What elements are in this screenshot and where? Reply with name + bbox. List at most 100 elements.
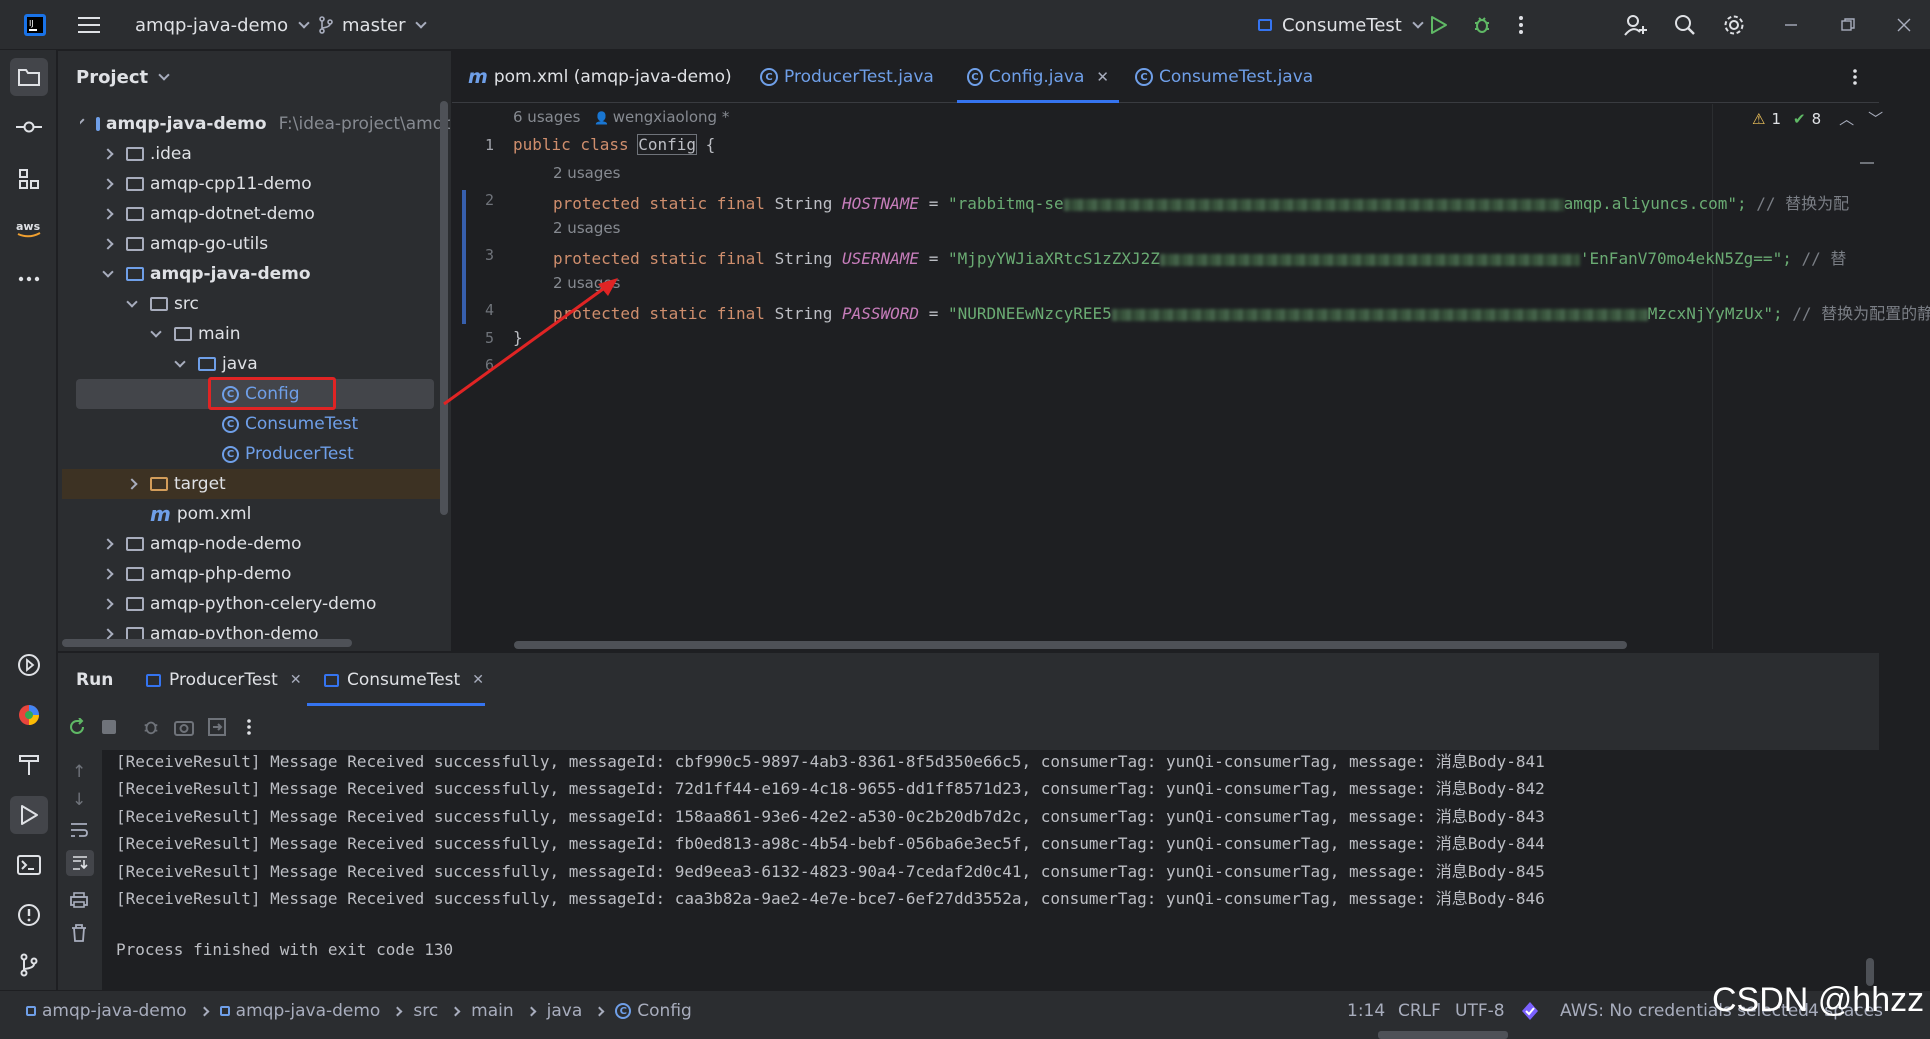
chevron-down-icon: [102, 265, 114, 278]
tree-item-cpp11[interactable]: amqp-cpp11-demo: [102, 169, 312, 199]
code-line-3: protected static final String USERNAME =…: [553, 249, 1847, 268]
chevron-right-icon: [199, 1006, 210, 1016]
folder-icon: [126, 567, 144, 581]
trash-icon[interactable]: [71, 924, 87, 947]
line-separator[interactable]: CRLF: [1398, 991, 1441, 1031]
tree-item-consume-test[interactable]: C ConsumeTest: [222, 409, 358, 439]
breadcrumb-item[interactable]: amqp-java-demo: [42, 1001, 187, 1021]
main-menu-icon[interactable]: [78, 0, 100, 50]
run-config-selector[interactable]: ConsumeTest: [1258, 0, 1424, 50]
run-button[interactable]: [1430, 0, 1448, 50]
usages-hint[interactable]: 2 usages: [553, 219, 620, 237]
breadcrumb-item[interactable]: src: [413, 1001, 438, 1021]
more-actions-icon[interactable]: [246, 718, 252, 741]
git-icon[interactable]: [14, 950, 44, 980]
camera-icon[interactable]: [174, 718, 194, 741]
tree-item-php-demo[interactable]: amqp-php-demo: [102, 559, 291, 589]
project-panel-title[interactable]: Project: [76, 67, 170, 88]
commit-icon[interactable]: [14, 112, 44, 142]
run-tab-consume-test[interactable]: ConsumeTest ✕: [308, 653, 494, 707]
debug-button[interactable]: [1472, 0, 1492, 50]
inspection-widget[interactable]: ⚠ 1 ✔ 8 ︿ ﹀: [1752, 108, 1883, 129]
tree-item-src[interactable]: src: [126, 289, 199, 319]
tree-item-node-demo[interactable]: amqp-node-demo: [102, 529, 301, 559]
breadcrumb-item[interactable]: main: [471, 1001, 513, 1021]
more-actions-icon[interactable]: [1518, 0, 1524, 50]
stop-icon[interactable]: [102, 720, 116, 734]
tree-item-pom[interactable]: m pom.xml: [150, 499, 251, 529]
scroll-to-end-icon[interactable]: [66, 850, 94, 876]
caret-position[interactable]: 1:14: [1347, 991, 1385, 1031]
services-icon[interactable]: [14, 650, 44, 680]
usages-hint[interactable]: 2 usages: [553, 164, 620, 182]
structure-icon[interactable]: [14, 164, 44, 194]
close-icon[interactable]: ✕: [290, 672, 302, 688]
usages-hint[interactable]: 6 usages: [513, 108, 580, 126]
chevron-right-icon: [102, 568, 114, 580]
terminal-icon[interactable]: [14, 850, 44, 880]
editor-tab-bar: m pom.xml (amqp-java-demo) C ProducerTes…: [452, 51, 1879, 103]
tree-item-target[interactable]: target: [126, 469, 226, 499]
status-bar: amqp-java-demo amqp-java-demo src main j…: [0, 990, 1930, 1039]
tree-item-java-demo[interactable]: amqp-java-demo: [102, 259, 311, 289]
editor-horizontal-scrollbar[interactable]: [514, 641, 1627, 649]
tab-consume-test[interactable]: C ConsumeTest.java: [1135, 51, 1313, 103]
exit-icon[interactable]: [208, 718, 226, 741]
code-editor[interactable]: [452, 104, 1879, 649]
search-icon[interactable]: [1674, 0, 1696, 50]
plugin-icon[interactable]: [14, 700, 44, 730]
tree-item-main[interactable]: main: [150, 319, 240, 349]
more-tabs-icon[interactable]: [1852, 51, 1858, 103]
aws-icon[interactable]: aws: [14, 214, 44, 244]
class-icon: C: [760, 68, 778, 86]
tree-item-python-celery-demo[interactable]: amqp-python-celery-demo: [102, 589, 376, 619]
breadcrumb-item[interactable]: java: [547, 1001, 583, 1021]
breadcrumb-item[interactable]: Config: [637, 1001, 692, 1021]
close-icon[interactable]: ✕: [1096, 68, 1109, 86]
close-window-icon[interactable]: [1897, 0, 1911, 50]
gear-icon[interactable]: [1723, 0, 1745, 50]
soft-wrap-icon[interactable]: [70, 822, 88, 843]
scroll-down-icon[interactable]: ↓: [72, 790, 86, 810]
tree-root[interactable]: amqp-java-demo F:\idea-project\amqp-j: [80, 109, 450, 139]
branch-switcher[interactable]: master: [318, 0, 428, 50]
build-icon[interactable]: [14, 750, 44, 780]
tree-item-dotnet[interactable]: amqp-dotnet-demo: [102, 199, 315, 229]
tab-pom-xml[interactable]: m pom.xml (amqp-java-demo): [468, 51, 732, 103]
run-tool-window-icon[interactable]: [10, 796, 48, 834]
tree-item-idea[interactable]: .idea: [102, 139, 192, 169]
ide-logo-icon[interactable]: IJ: [24, 0, 46, 50]
tab-config-java[interactable]: C Config.java ✕: [957, 51, 1119, 103]
close-icon[interactable]: ✕: [472, 672, 484, 688]
restore-window-icon[interactable]: [1841, 0, 1855, 50]
project-tool-window-icon[interactable]: [10, 58, 48, 96]
tree-item-go-utils[interactable]: amqp-go-utils: [102, 229, 268, 259]
print-icon[interactable]: [70, 892, 88, 913]
minimize-window-icon[interactable]: [1784, 0, 1798, 50]
console-line: [ReceiveResult] Message Received success…: [116, 834, 1545, 853]
add-user-icon[interactable]: [1624, 0, 1648, 50]
tree-item-producer-test[interactable]: C ProducerTest: [222, 439, 354, 469]
folder-icon: [126, 597, 144, 611]
tab-producer-test[interactable]: C ProducerTest.java: [760, 51, 934, 103]
redacted-text: [1063, 198, 1564, 211]
author-hint[interactable]: 👤 wengxiaolong *: [594, 108, 729, 126]
debug-disabled-icon[interactable]: [142, 718, 160, 741]
tree-horizontal-scrollbar[interactable]: [62, 639, 352, 647]
tree-item-java[interactable]: java: [174, 349, 258, 379]
bug-icon: [1475, 17, 1489, 33]
tree-excluded-highlight: [62, 469, 448, 499]
module-icon: [219, 1006, 230, 1016]
project-switcher[interactable]: amqp-java-demo: [135, 0, 310, 50]
file-encoding[interactable]: UTF-8: [1455, 991, 1505, 1031]
run-tab-producer-test[interactable]: ProducerTest ✕: [146, 653, 302, 707]
maven-icon: m: [150, 502, 171, 526]
breadcrumb-item[interactable]: amqp-java-demo: [236, 1001, 381, 1021]
chevron-down-icon: ﹀: [1868, 110, 1884, 128]
problems-icon[interactable]: [14, 900, 44, 930]
scroll-up-icon[interactable]: ↑: [72, 762, 86, 782]
aws-status-icon[interactable]: [1520, 991, 1540, 1031]
folder-icon: [126, 537, 144, 551]
rerun-icon[interactable]: [68, 717, 86, 741]
more-tools-icon[interactable]: [14, 264, 44, 294]
